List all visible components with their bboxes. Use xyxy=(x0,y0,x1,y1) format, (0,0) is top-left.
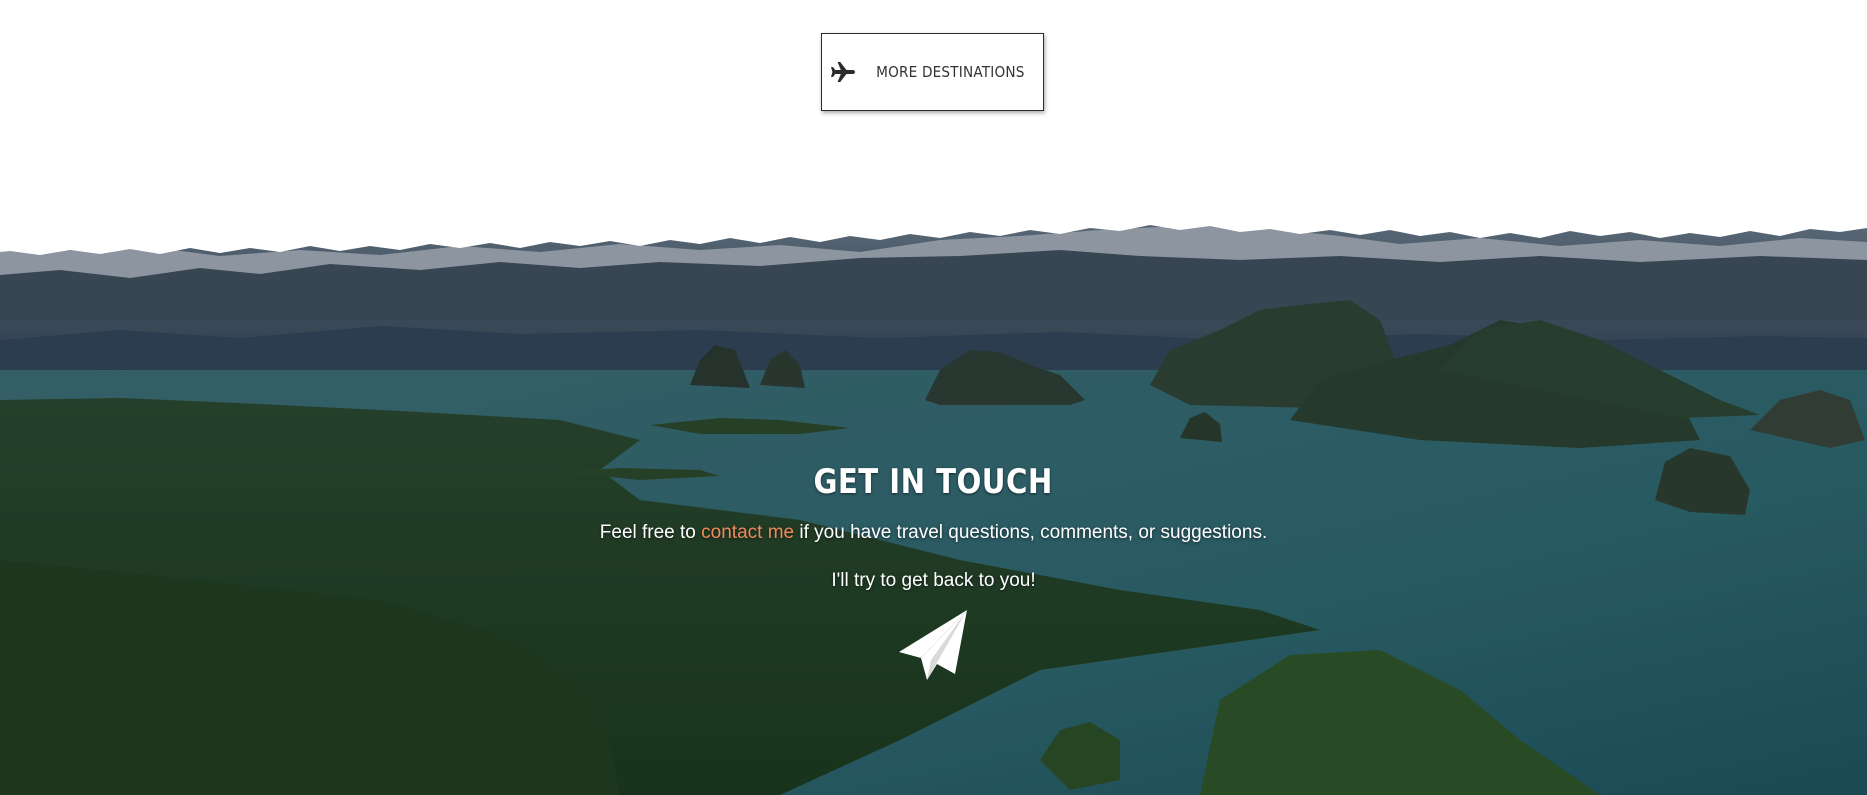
contact-heading: GET IN TOUCH xyxy=(813,462,1054,502)
paper-plane-icon xyxy=(898,610,967,680)
contact-me-link[interactable]: contact me xyxy=(701,522,794,543)
contact-text-after: if you have travel questions, comments, … xyxy=(799,522,1268,543)
contact-text-line2: I'll try to get back to you! xyxy=(831,570,1036,591)
airplane-icon xyxy=(831,62,856,82)
contact-hero-section: GET IN TOUCH Feel free to contact me if … xyxy=(0,0,1867,795)
more-destinations-label: MORE DESTINATIONS xyxy=(876,63,1025,81)
more-destinations-button[interactable]: MORE DESTINATIONS xyxy=(821,33,1044,111)
contact-text-line1: Feel free to contact me if you have trav… xyxy=(0,522,1867,544)
contact-text-before: Feel free to xyxy=(599,522,696,543)
contact-block: GET IN TOUCH Feel free to contact me if … xyxy=(0,462,1867,682)
